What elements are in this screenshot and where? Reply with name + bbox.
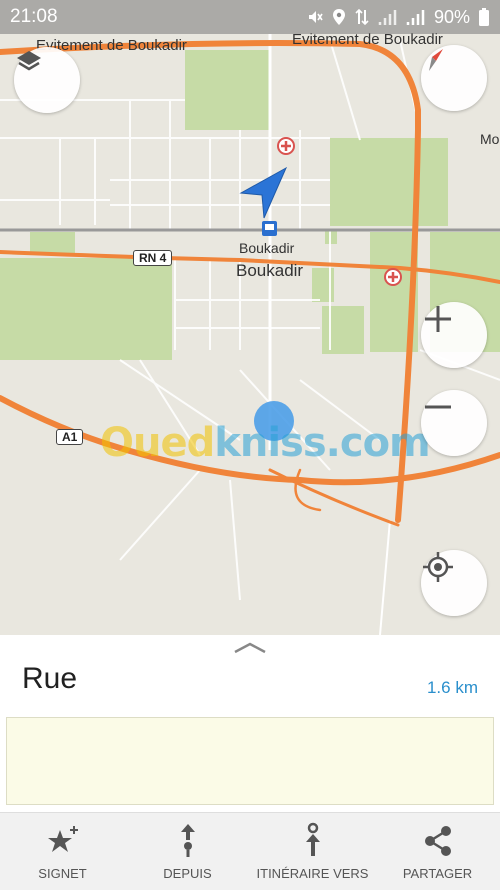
- park-area: [30, 232, 75, 254]
- map-view[interactable]: Evitement de Boukadir Evitement de Bouka…: [0, 0, 500, 635]
- route-from-icon: [180, 824, 195, 857]
- minus-icon: [425, 405, 451, 409]
- mute-icon: [308, 11, 323, 23]
- route-from-label: DEPUIS: [163, 866, 212, 881]
- action-bar: SIGNET DEPUIS ITINÉRAIRE VERS PARTAGER: [0, 812, 500, 890]
- bookmark-label: SIGNET: [38, 866, 87, 881]
- bookmark-button[interactable]: SIGNET: [0, 813, 125, 890]
- status-bar: 21:08 90%: [0, 0, 500, 34]
- partial-place-label: Mo: [480, 131, 500, 147]
- signal-icon: [378, 10, 397, 25]
- signal-icon: [406, 10, 425, 25]
- zoom-out-button[interactable]: [421, 390, 487, 456]
- layers-icon: [17, 51, 41, 71]
- park-area: [185, 50, 270, 130]
- zoom-in-button[interactable]: [421, 302, 487, 368]
- south-road: [379, 519, 391, 635]
- distance-label: 1.6 km: [426, 678, 478, 697]
- park-area: [0, 258, 172, 360]
- layers-button[interactable]: [14, 47, 80, 113]
- compass-icon: [429, 49, 443, 71]
- crosshair-icon: [423, 552, 453, 582]
- note-box[interactable]: [6, 717, 494, 805]
- share-icon: [424, 826, 451, 856]
- town-label: Boukadir: [236, 261, 304, 280]
- compass-button[interactable]: [421, 45, 487, 111]
- route-to-icon: [305, 822, 320, 856]
- battery-percent: 90%: [433, 6, 470, 27]
- share-button[interactable]: PARTAGER: [375, 813, 500, 890]
- my-location-button[interactable]: [421, 550, 487, 616]
- star-plus-icon: [47, 826, 78, 852]
- battery-icon: [479, 8, 489, 26]
- navigation-arrow-icon: [239, 166, 288, 219]
- park-area: [322, 306, 364, 354]
- road-shield-rn4: RN 4: [133, 250, 173, 266]
- watermark: Ouedkniss.com: [100, 420, 431, 466]
- park-area: [330, 138, 448, 226]
- data-arrows-icon: [355, 8, 369, 26]
- road-shield-a1: A1: [56, 429, 84, 445]
- hospital-icon: [277, 137, 295, 155]
- station-label: Boukadir: [239, 240, 295, 256]
- status-icons: 90%: [306, 7, 490, 28]
- route-from-button[interactable]: DEPUIS: [125, 813, 250, 890]
- status-time: 21:08: [10, 6, 58, 27]
- location-pin-icon: [332, 9, 345, 25]
- route-to-label: ITINÉRAIRE VERS: [256, 866, 369, 881]
- hospital-icon: [384, 268, 402, 286]
- share-label: PARTAGER: [402, 866, 473, 881]
- chevron-up-icon[interactable]: [233, 640, 267, 654]
- train-station-icon: [262, 221, 277, 236]
- route-to-button[interactable]: ITINÉRAIRE VERS: [250, 813, 375, 890]
- place-title: Rue: [22, 662, 78, 695]
- plus-icon: [425, 306, 451, 332]
